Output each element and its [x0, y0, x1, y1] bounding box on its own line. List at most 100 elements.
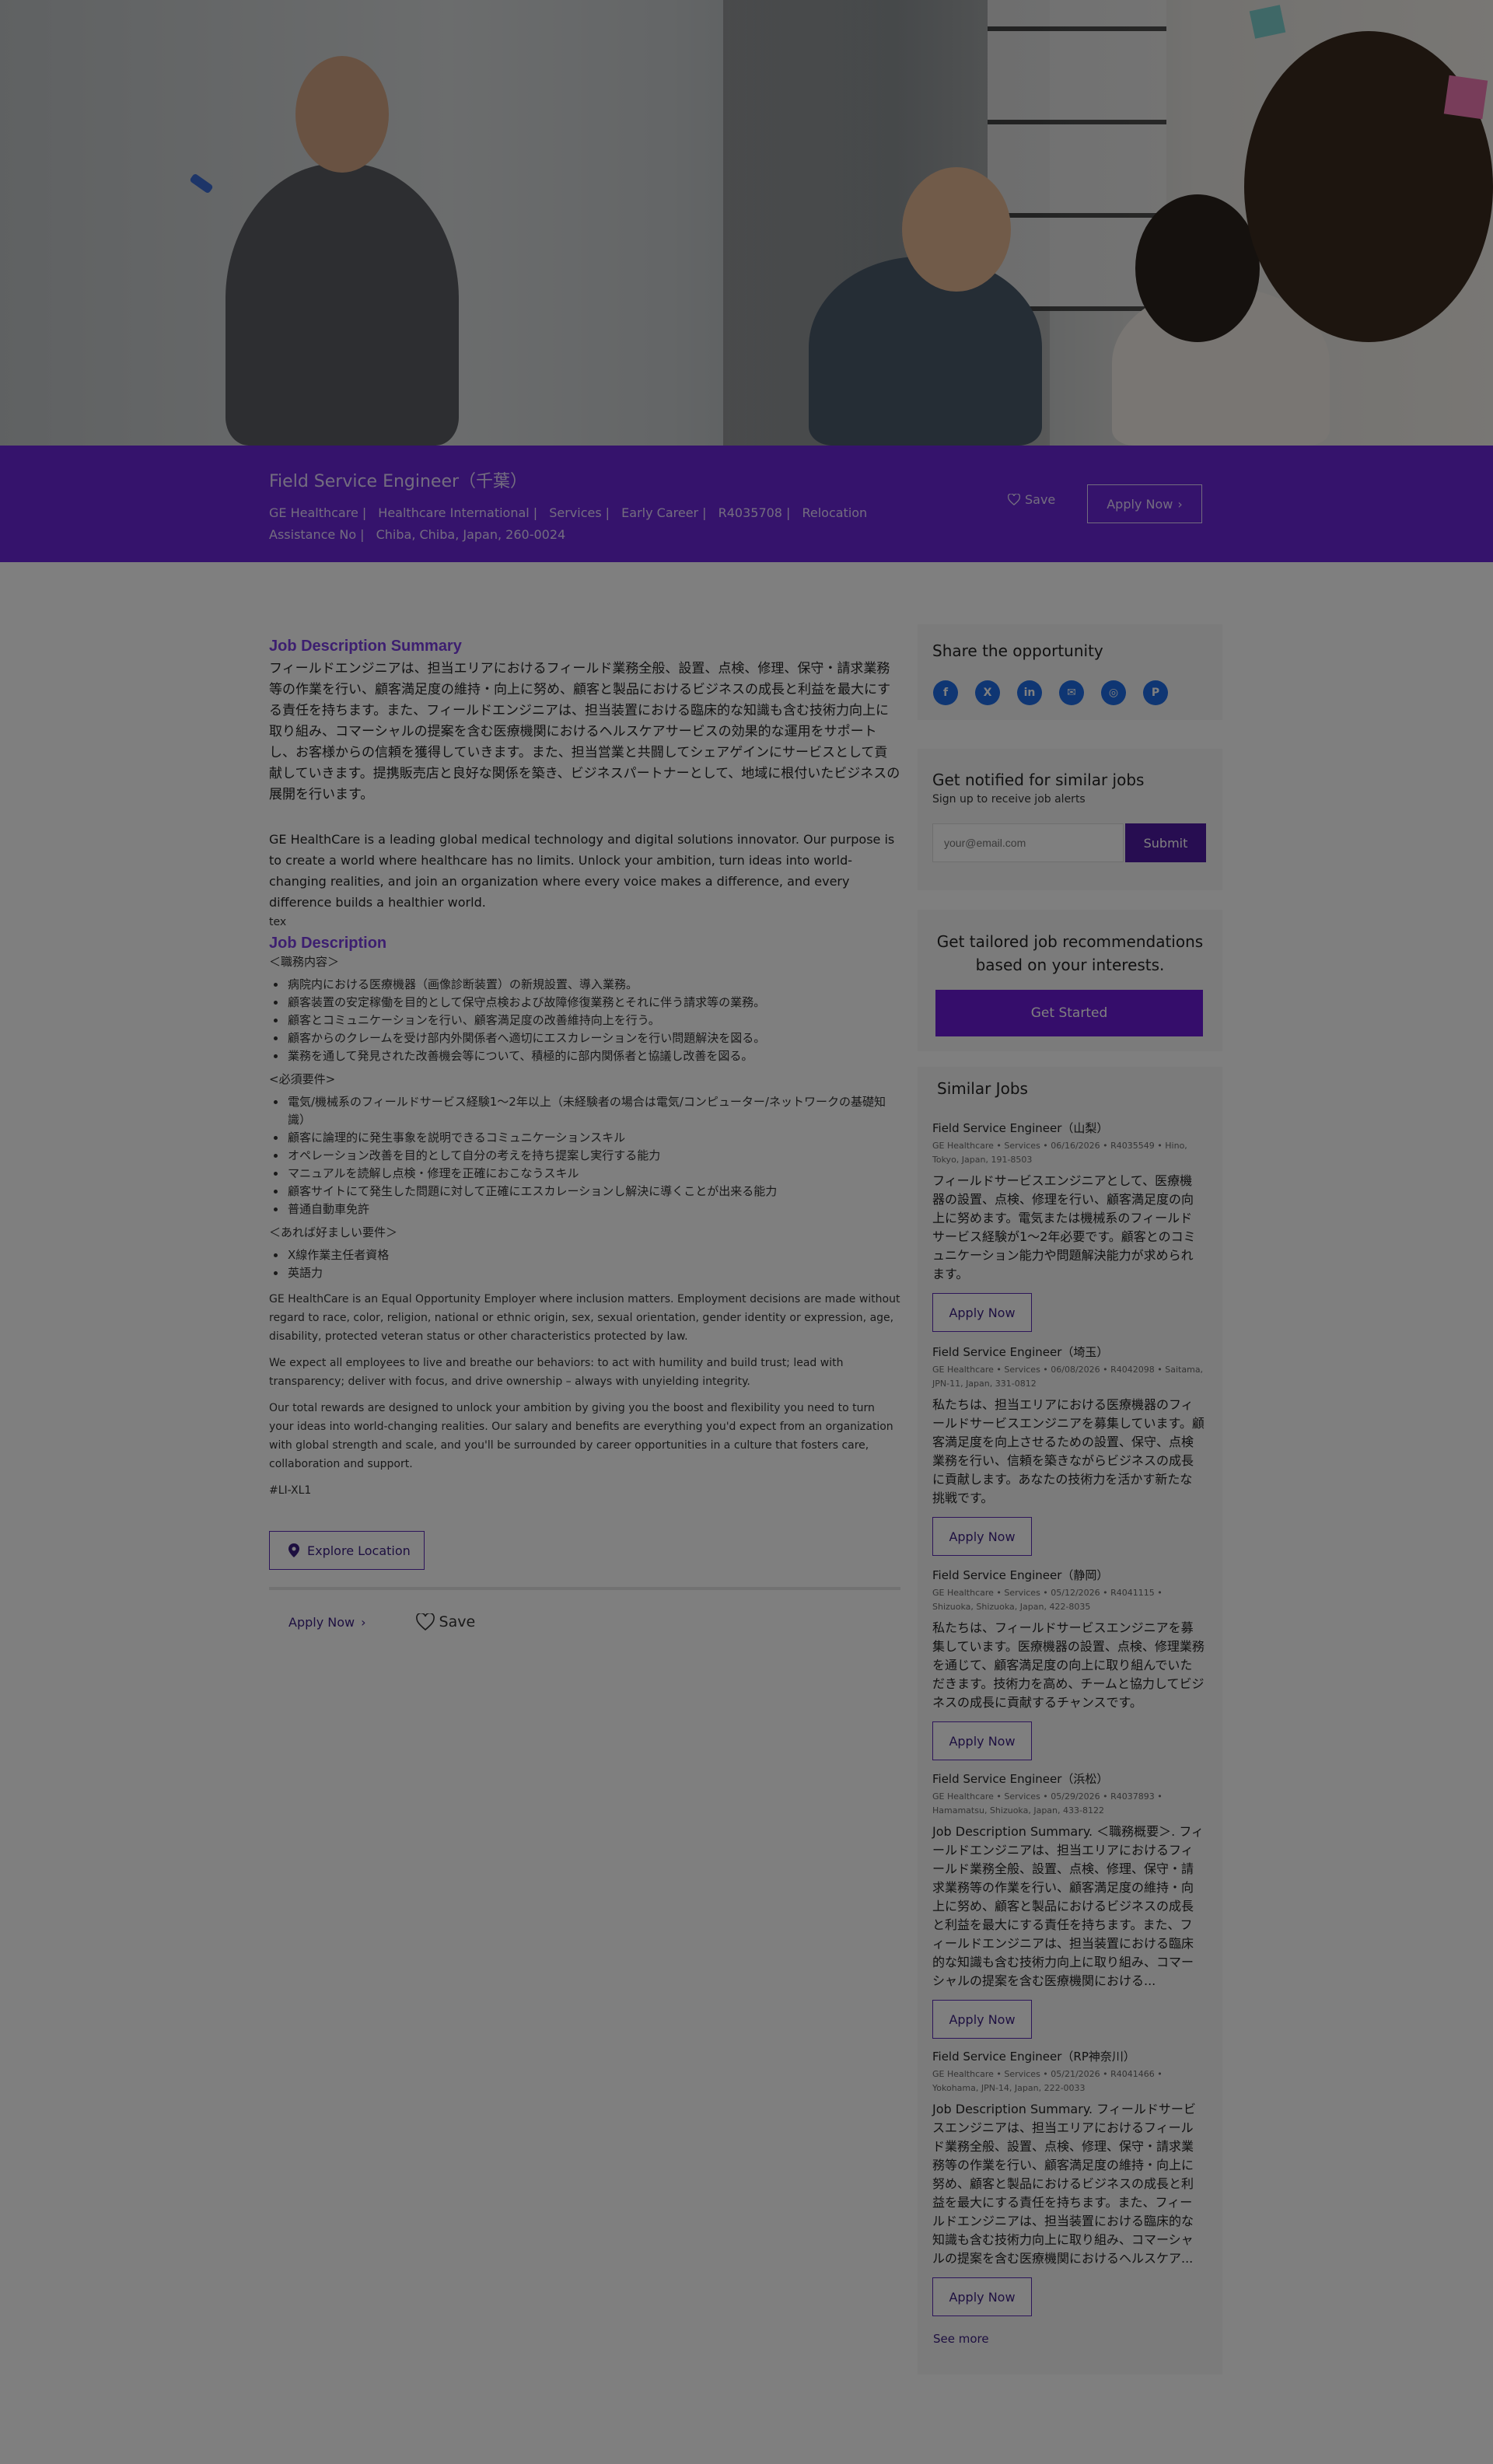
- eeo-statement: GE HealthCare is an Equal Opportunity Em…: [269, 1293, 900, 1343]
- chevron-right-icon: ›: [361, 1614, 366, 1630]
- apply-now-button[interactable]: Apply Now: [932, 1293, 1032, 1332]
- tag-text: #LI-XL1: [269, 1484, 312, 1497]
- tailored-heading: Get tailored job recommendations based o…: [936, 932, 1204, 974]
- similar-job-title[interactable]: Field Service Engineer（埼玉）: [932, 1344, 1205, 1360]
- apply-now-button[interactable]: Apply Now ›: [1087, 484, 1202, 523]
- job-meta: GE Healthcare | Healthcare International |…: [269, 505, 868, 542]
- similar-job-title[interactable]: Field Service Engineer（RP神奈川）: [932, 2048, 1205, 2064]
- divider: [269, 1587, 900, 1590]
- similar-job-desc: 私たちは、フィールドサービスエンジニアを募集しています。医療機器の設置、点検、修…: [932, 1620, 1205, 1710]
- apply-now-link[interactable]: Apply Now ›: [288, 1615, 366, 1630]
- list-item: 業務を通して発見された改善機会等について、積極的に部内関係者と協議し改善を図る。: [286, 1047, 900, 1065]
- list-item: 電気/機械系のフィールドサービス経験1～2年以上（未経験者の場合は電気/コンピュ…: [286, 1093, 900, 1129]
- sticky-note: [1443, 75, 1488, 120]
- save-button[interactable]: Save: [1008, 492, 1055, 507]
- tex-text: tex: [269, 916, 287, 928]
- sticky-note: [1249, 5, 1286, 39]
- bottom-actions: Apply Now › Save: [269, 1613, 900, 1630]
- similar-heading: Similar Jobs: [937, 1079, 1028, 1098]
- submit-button[interactable]: Submit: [1125, 823, 1206, 862]
- notify-subtext: Sign up to receive job alerts: [932, 793, 1086, 806]
- email-icon[interactable]: ✉: [1059, 680, 1084, 705]
- linkedin-icon[interactable]: in: [1017, 680, 1042, 705]
- list-item: X線作業主任者資格: [286, 1246, 900, 1264]
- meta-company: GE Healthcare: [269, 505, 358, 520]
- similar-job-meta: GE Healthcare • Services • 05/29/2026 • …: [932, 1791, 1163, 1816]
- description-heading: Job Description: [269, 935, 387, 952]
- similar-job-card: Field Service Engineer（浜松） GE Healthcare…: [932, 1770, 1205, 2039]
- list-item: 顧客からのクレームを受け部内外関係者へ適切にエスカレーションを行い問題解決を図る…: [286, 1029, 900, 1047]
- similar-job-desc: フィールドサービスエンジニアとして、医療機器の設置、点検、修理を行い、顧客満足度…: [932, 1173, 1196, 1281]
- see-more-link[interactable]: See more: [933, 2332, 989, 2346]
- x-twitter-icon[interactable]: X: [975, 680, 1000, 705]
- save-label: Save: [1025, 492, 1056, 507]
- notify-heading: Get notified for similar jobs: [932, 771, 1145, 789]
- presenter-body: [226, 163, 459, 446]
- similar-job-title[interactable]: Field Service Engineer（浜松）: [932, 1770, 1205, 1787]
- duties-heading: ＜職務内容＞: [269, 955, 340, 969]
- summary-jp: フィールドエンジニアは、担当エリアにおけるフィールド業務全般、設置、点検、修理、…: [269, 661, 900, 802]
- summary-heading: Job Description Summary: [269, 638, 462, 655]
- map-pin-icon: [288, 1543, 299, 1557]
- heart-icon: [415, 1613, 435, 1630]
- list-item: 英語力: [286, 1264, 900, 1282]
- similar-job-title[interactable]: Field Service Engineer（静岡）: [932, 1567, 1205, 1583]
- share-heading: Share the opportunity: [932, 641, 1103, 660]
- job-header-bar: Field Service Engineer（千葉） GE Healthcare…: [0, 446, 1493, 562]
- apply-now-button[interactable]: Apply Now: [932, 1721, 1032, 1760]
- preferred-list: X線作業主任者資格 英語力: [286, 1246, 900, 1282]
- save-label: Save: [439, 1613, 476, 1630]
- summary-en: GE HealthCare is a leading global medica…: [269, 832, 895, 910]
- email-field[interactable]: [932, 823, 1124, 862]
- requirements-heading: <必須要件>: [269, 1072, 336, 1086]
- list-item: 顧客装置の安定稼働を目的として保守点検および故障修復業務とそれに伴う請求等の業務…: [286, 994, 900, 1012]
- similar-job-meta: GE Healthcare • Services • 06/08/2026 • …: [932, 1365, 1204, 1389]
- job-title: Field Service Engineer（千葉）: [269, 472, 528, 491]
- meta-category: Services: [549, 505, 602, 520]
- list-item: オペレーション改善を目的として自分の考えを持ち提案し実行する能力: [286, 1147, 900, 1165]
- meta-req-id: R4035708: [718, 505, 782, 520]
- meta-division: Healthcare International: [378, 505, 530, 520]
- apply-label: Apply Now: [288, 1614, 355, 1630]
- job-description: Job Description Summary フィールドエンジニアは、担当エリ…: [269, 638, 900, 1630]
- list-item: 病院内における医療機器（画像診断装置）の新規設置、導入業務。: [286, 976, 900, 994]
- apply-now-button[interactable]: Apply Now: [932, 2277, 1032, 2316]
- similar-job-title[interactable]: Field Service Engineer（山梨）: [932, 1120, 1205, 1136]
- list-item: 顧客に論理的に発生事象を説明できるコミュニケーションスキル: [286, 1129, 900, 1147]
- list-item: 普通自動車免許: [286, 1201, 900, 1218]
- apply-now-button[interactable]: Apply Now: [932, 1517, 1032, 1556]
- list-item: 顧客サイトにて発生した問題に対して正確にエスカレーションし解決に導くことが出来る…: [286, 1183, 900, 1201]
- facebook-icon[interactable]: f: [933, 680, 958, 705]
- attendee-head: [902, 167, 1011, 292]
- explore-location-button[interactable]: Explore Location: [269, 1531, 425, 1570]
- list-item: マニュアルを読解し点検・修理を正確におこなうスキル: [286, 1165, 900, 1183]
- behaviors-statement: We expect all employees to live and brea…: [269, 1357, 844, 1388]
- similar-job-meta: GE Healthcare • Services • 05/21/2026 • …: [932, 2069, 1163, 2093]
- apply-label: Apply Now: [1107, 496, 1173, 512]
- get-started-button[interactable]: Get Started: [935, 990, 1203, 1036]
- share-panel: Share the opportunity f X in ✉ ◎ P: [918, 624, 1222, 720]
- similar-job-desc: Job Description Summary. フィールドサービスエンジニアは…: [932, 2102, 1196, 2266]
- duties-list: 病院内における医療機器（画像診断装置）の新規設置、導入業務。 顧客装置の安定稼働…: [286, 976, 900, 1065]
- hero-image: [0, 0, 1493, 446]
- save-button[interactable]: Save: [415, 1613, 476, 1630]
- attendee-2-head: [1135, 194, 1260, 342]
- apply-now-button[interactable]: Apply Now: [932, 2000, 1032, 2039]
- requirements-list: 電気/機械系のフィールドサービス経験1～2年以上（未経験者の場合は電気/コンピュ…: [286, 1093, 900, 1218]
- instagram-icon[interactable]: ◎: [1101, 680, 1126, 705]
- similar-job-desc: Job Description Summary. ＜職務概要＞. フィールドエン…: [932, 1824, 1205, 1988]
- chevron-right-icon: ›: [1177, 496, 1183, 512]
- recommendations-panel: Get tailored job recommendations based o…: [918, 910, 1222, 1051]
- rewards-statement: Our total rewards are designed to unlock…: [269, 1402, 893, 1470]
- preferred-heading: ＜あれば好ましい要件＞: [269, 1225, 398, 1239]
- marker: [189, 173, 214, 194]
- similar-job-card: Field Service Engineer（静岡） GE Healthcare…: [932, 1567, 1205, 1760]
- pinterest-icon[interactable]: P: [1143, 680, 1168, 705]
- similar-job-card: Field Service Engineer（RP神奈川） GE Healthc…: [932, 2048, 1205, 2316]
- similar-job-desc: 私たちは、担当エリアにおける医療機器のフィールドサービスエンジニアを募集していま…: [932, 1397, 1205, 1505]
- attendee-body: [809, 257, 1042, 446]
- explore-label: Explore Location: [307, 1543, 411, 1558]
- meta-level: Early Career: [621, 505, 699, 520]
- presenter-head: [295, 56, 389, 173]
- share-icons: f X in ✉ ◎ P: [933, 680, 1168, 705]
